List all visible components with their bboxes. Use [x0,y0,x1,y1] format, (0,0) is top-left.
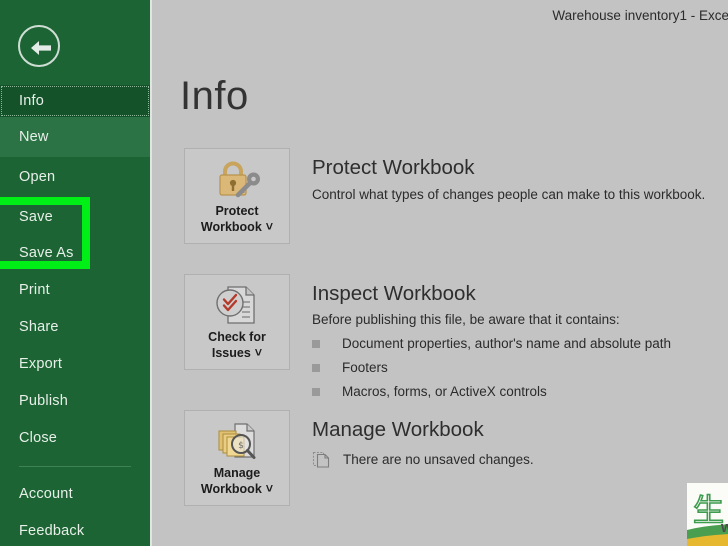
manage-workbook-button[interactable]: $ Manage Workbook ˅ [184,410,290,506]
manage-workbook-button-label: Manage Workbook ˅ [198,465,276,497]
sidebar-item-label: Share [19,318,59,335]
sidebar-item-label: Save [19,209,53,225]
folder-magnifier-glyph: $ [218,423,256,459]
document-check-icon [212,281,262,329]
site-watermark: 生活百科 wikiHow www.bimeiz.com [687,483,728,546]
sidebar-item-label: Publish [19,392,68,409]
padlock-key-icon [211,155,263,203]
sidebar-item-close[interactable]: Close [0,423,150,452]
sidebar-item-label: Info [19,93,44,109]
inspect-bullet-label: Footers [342,360,388,375]
btn-line1: Manage [213,466,261,480]
manage-workbook-status-label: There are no unsaved changes. [343,452,534,467]
chevron-down-icon[interactable]: ˅ [255,346,262,360]
bullet-square-icon [312,387,320,396]
document-check-glyph [216,286,255,324]
sidebar-item-label: Open [19,168,56,185]
manage-workbook-title: Manage Workbook [312,418,484,441]
sidebar-item-feedback[interactable]: Feedback [0,516,150,545]
sidebar-item-publish[interactable]: Publish [0,386,150,415]
page-title: Info [180,74,249,118]
inspect-bullet-item: Footers [312,360,388,375]
svg-text:$: $ [238,441,244,451]
sidebar-item-label: Print [19,281,50,298]
sidebar-item-share[interactable]: Share [0,312,150,341]
sidebar-item-label: New [19,129,49,145]
sidebar-item-label: Save As [19,245,74,261]
check-for-issues-button-label: Check for Issues ˅ [205,329,269,361]
excel-backstage-info-screen: Info New Open Save Save As Print Share E… [0,0,728,546]
sidebar-item-label: Export [19,355,63,372]
sidebar-item-label: Close [19,429,58,446]
watermark-url: www.bimeiz.com [721,519,728,536]
sidebar-item-export[interactable]: Export [0,349,150,378]
inspect-bullet-label: Macros, forms, or ActiveX controls [342,384,547,399]
chevron-down-icon[interactable]: ˅ [266,482,273,496]
protect-workbook-button-label: Protect Workbook ˅ [198,203,276,235]
multi-document-icon [312,450,331,469]
chevron-down-icon[interactable]: ˅ [266,220,273,234]
sidebar-item-info[interactable]: Info [0,85,150,117]
sidebar-item-save-as[interactable]: Save As [0,239,150,267]
multi-document-glyph [312,451,330,468]
backstage-sidebar: Info New Open Save Save As Print Share E… [0,0,150,546]
sidebar-item-label: Account [19,485,73,502]
btn-line2: Issues [211,346,251,360]
inspect-bullet-label: Document properties, author's name and a… [342,336,672,351]
back-arrow-icon[interactable] [18,25,60,67]
inspect-bullet-item: Document properties, author's name and a… [312,336,671,351]
btn-line1: Protect [215,204,259,218]
protect-workbook-button[interactable]: Protect Workbook ˅ [184,148,290,244]
bullet-square-icon [312,363,320,372]
window-title: Warehouse inventory1 - Excel [552,8,728,23]
sidebar-item-label: Feedback [19,522,85,539]
btn-line2: Workbook [200,220,262,234]
back-arrow-glyph [31,41,51,55]
protect-workbook-title: Protect Workbook [312,156,475,179]
inspect-bullet-item: Macros, forms, or ActiveX controls [312,384,547,399]
inspect-workbook-description: Before publishing this file, be aware th… [312,312,620,327]
inspect-workbook-title: Inspect Workbook [312,282,476,305]
bullet-square-icon [312,339,320,348]
check-for-issues-button[interactable]: Check for Issues ˅ [184,274,290,370]
sidebar-item-print[interactable]: Print [0,275,150,304]
btn-line2: Workbook [200,482,262,496]
backstage-content: Warehouse inventory1 - Excel Info Protec… [152,0,728,546]
protect-workbook-description: Control what types of changes people can… [312,187,706,202]
sidebar-divider [19,466,131,467]
manage-workbook-status: There are no unsaved changes. [312,450,534,469]
sidebar-item-save[interactable]: Save [0,203,150,231]
folder-magnifier-icon: $ [211,417,263,465]
sidebar-item-account[interactable]: Account [0,479,150,508]
sidebar-item-new[interactable]: New [0,117,150,157]
sidebar-item-open[interactable]: Open [0,160,150,193]
btn-line1: Check for [208,330,266,344]
padlock-key-glyph [219,161,260,198]
